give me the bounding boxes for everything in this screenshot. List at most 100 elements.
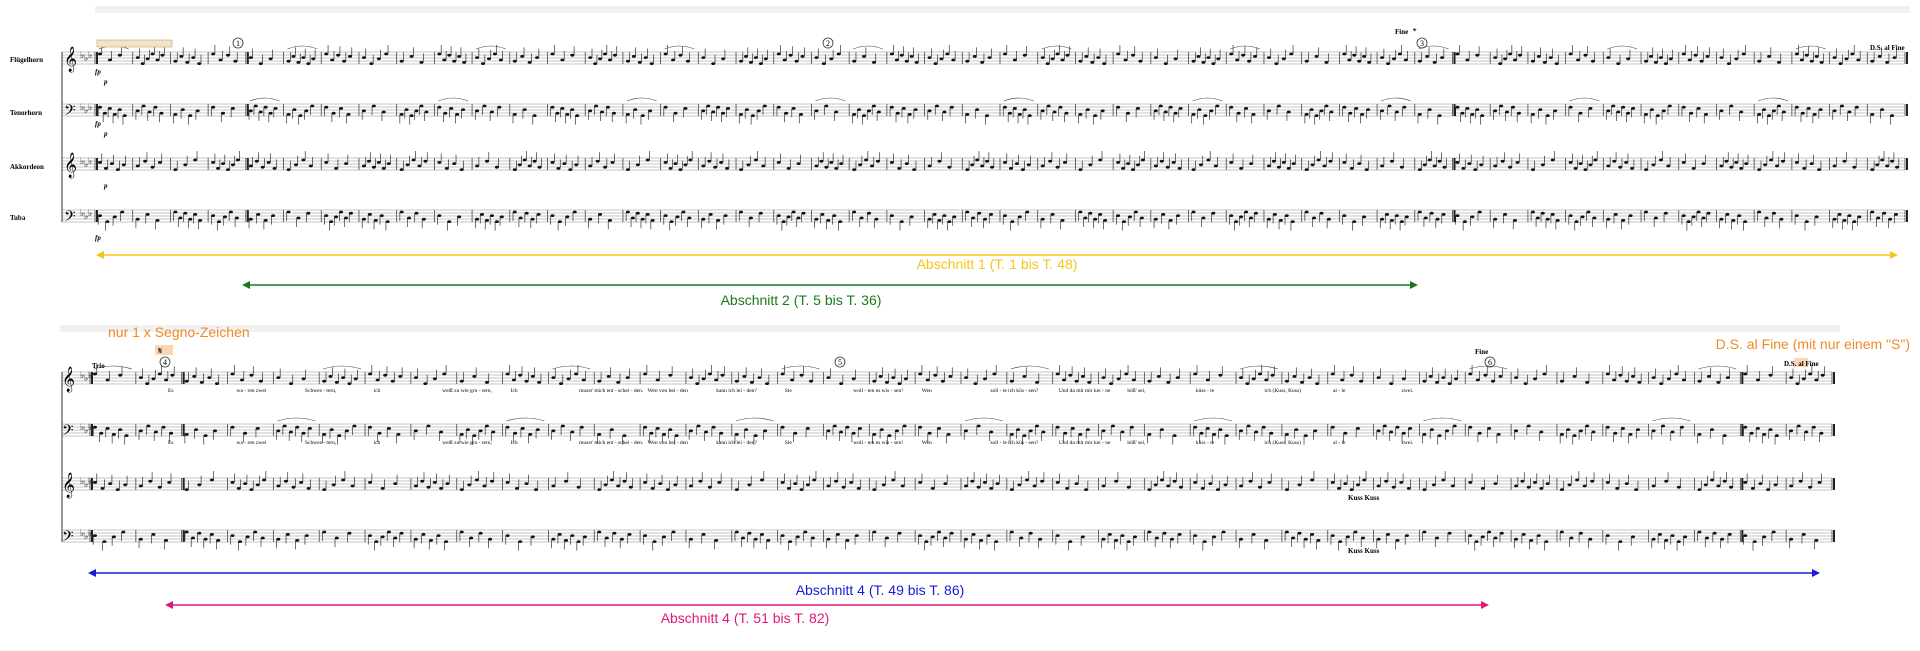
note-head: [1221, 530, 1226, 534]
note-head: [1246, 424, 1251, 428]
note-head: [649, 62, 654, 65]
note-head: [1729, 165, 1734, 169]
note-head: [945, 52, 950, 56]
note-head: [685, 59, 690, 63]
note-head: [1719, 56, 1724, 59]
note-head: [574, 372, 579, 376]
note-head: [197, 62, 202, 65]
note-head: [1703, 483, 1708, 487]
note-head: [475, 109, 480, 113]
note-head: [276, 484, 281, 488]
note-head: [1722, 434, 1727, 437]
note-head: [834, 110, 839, 114]
note-head: [1254, 430, 1259, 434]
note-head: [449, 107, 454, 110]
note-head: [484, 159, 489, 163]
note-head: [980, 61, 985, 64]
note-head: [1342, 161, 1347, 164]
note-head: [1343, 482, 1348, 485]
note-head: [612, 53, 617, 57]
note-head: [606, 375, 611, 378]
note-head: [1205, 427, 1210, 430]
note-head: [714, 378, 719, 382]
note-head: [1028, 531, 1033, 535]
note-head: [1239, 537, 1244, 541]
note-head: [173, 113, 178, 116]
lyric-syllable: soll - te ich küs - sen?: [990, 440, 1039, 446]
note-head: [405, 163, 410, 167]
segno-icon: 𝄋: [158, 346, 163, 357]
note-head: [436, 534, 441, 537]
note-head: [413, 537, 418, 541]
note-head: [1314, 114, 1319, 117]
note-head: [597, 488, 602, 491]
note-head: [286, 210, 291, 214]
note-head: [157, 161, 162, 164]
note-head: [871, 104, 876, 108]
note-head: [746, 163, 751, 167]
note-head: [796, 216, 801, 220]
note-head: [1499, 104, 1504, 108]
note-head: [421, 533, 426, 536]
note-head: [989, 430, 994, 434]
note-head: [1367, 61, 1372, 64]
note-head: [726, 107, 731, 110]
note-head: [899, 53, 904, 57]
note-head: [1085, 428, 1090, 431]
note-head: [1035, 424, 1040, 428]
note-head: [1175, 376, 1180, 379]
note-head: [650, 487, 655, 490]
note-head: [1514, 484, 1519, 488]
note-head: [1578, 531, 1583, 535]
note-head: [762, 104, 767, 108]
note-head: [295, 425, 300, 429]
note-head: [609, 428, 614, 431]
note-head: [1681, 105, 1686, 109]
ds-al-fine-marking: D.S. al Fine: [1784, 360, 1819, 368]
note-head: [1012, 107, 1017, 110]
note-head: [1248, 479, 1253, 483]
note-head: [581, 378, 586, 382]
note-head: [381, 110, 386, 114]
note-head: [1516, 111, 1521, 115]
slur: [438, 97, 469, 102]
note-head: [184, 433, 189, 436]
note-head: [371, 104, 376, 108]
span-abschnitt-2: Abschnitt 2 (T. 5 bis T. 36): [242, 281, 1418, 308]
note-head: [344, 429, 349, 433]
note-head: [1153, 56, 1158, 59]
lyric-syllable: Wen von bei - den: [648, 440, 688, 446]
note-head: [872, 433, 877, 436]
note-head: [420, 479, 425, 483]
note-head: [1247, 59, 1252, 63]
note-head: [1498, 375, 1503, 378]
note-head: [875, 159, 880, 163]
lyric-syllable: soll - te ich küs - sen?: [990, 388, 1039, 394]
note-head: [1163, 110, 1168, 114]
note-head: [207, 376, 212, 379]
note-head: [1022, 375, 1027, 378]
note-head: [1538, 108, 1543, 111]
lyric-syllable: Es: [168, 440, 174, 446]
note-head: [1284, 214, 1289, 218]
note-head: [1526, 424, 1531, 428]
note-head: [780, 534, 785, 537]
note-head: [1173, 57, 1178, 61]
note-head: [765, 382, 770, 385]
note-head: [1648, 55, 1653, 58]
note-head: [1271, 159, 1276, 163]
note-head: [784, 111, 789, 115]
note-head: [1691, 215, 1696, 219]
note-head: [763, 429, 768, 433]
note-head: [1780, 159, 1785, 163]
note-head: [120, 210, 125, 214]
note-head: [331, 111, 336, 115]
note-head: [711, 62, 716, 65]
note-head: [1386, 533, 1391, 536]
note-head: [1156, 375, 1161, 378]
note-head: [296, 61, 301, 64]
note-head: [550, 161, 555, 164]
note-head: [1109, 382, 1114, 385]
note-head: [1395, 425, 1400, 429]
note-head: [407, 216, 412, 220]
